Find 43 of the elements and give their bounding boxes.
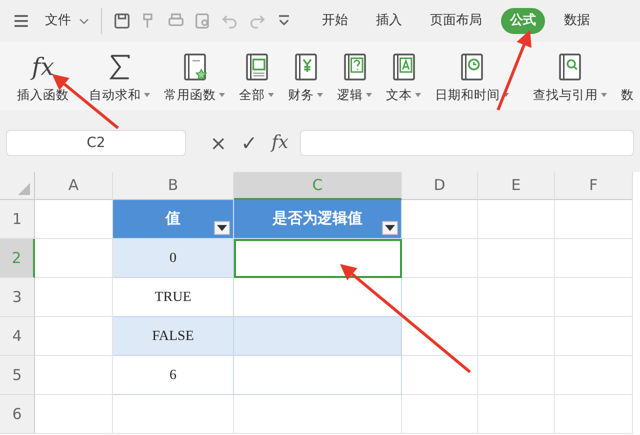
column-header[interactable]: E (478, 172, 555, 200)
select-all-corner[interactable] (0, 172, 35, 200)
filter-button[interactable] (214, 221, 230, 235)
table-cell: 6 (113, 356, 234, 395)
ribbon-button[interactable]: 财务 (285, 52, 326, 105)
ribbon-button[interactable]: 常用函数 (161, 52, 228, 105)
table-cell: FALSE (113, 317, 234, 356)
ribbon-button[interactable]: 日期和时间 (432, 52, 512, 105)
ribbon-button[interactable]: 全部 (236, 52, 277, 105)
menu-tab[interactable]: 页面布局 (421, 8, 491, 34)
ribbon-button[interactable]: 逻辑 (334, 52, 375, 105)
enter-button[interactable]: ✓ (238, 133, 260, 153)
ribbon-button[interactable]: 文本 (383, 52, 424, 105)
ribbon-button[interactable]: 查找与引用 (530, 52, 610, 105)
save-icon[interactable] (112, 11, 132, 31)
column-header[interactable]: D (402, 172, 478, 200)
menu-tab[interactable]: 插入 (367, 8, 411, 34)
menu-tab[interactable]: 数据 (555, 8, 599, 34)
insert-function-button[interactable]: fx (270, 134, 290, 152)
row-header[interactable]: 1 (0, 200, 35, 239)
column-header[interactable]: A (35, 172, 113, 200)
formula-input[interactable] (300, 130, 634, 156)
header-cell-text: 值 (166, 210, 180, 229)
row-header[interactable]: 6 (0, 395, 35, 434)
ribbon-button[interactable]: fx 插入函数 (14, 52, 72, 105)
row-header[interactable]: 4 (0, 317, 35, 356)
fx-icon: fx (30, 52, 56, 82)
column-header[interactable]: F (555, 172, 633, 200)
menu-tab[interactable]: 开始 (313, 8, 357, 34)
filter-button[interactable] (382, 221, 398, 235)
ribbon-button[interactable]: 自动求和 (86, 52, 153, 105)
row-header[interactable]: 5 (0, 356, 35, 395)
caret-icon (217, 225, 227, 231)
ribbon-button[interactable]: 数 (618, 52, 637, 105)
caret-icon (385, 225, 395, 231)
file-menu[interactable]: 文件 (36, 8, 73, 34)
table-cell: 0 (113, 239, 234, 278)
triangle-icon (18, 183, 30, 195)
name-box[interactable]: C2 (6, 130, 186, 156)
column-header[interactable]: B (113, 172, 234, 200)
row-header[interactable]: 3 (0, 278, 35, 317)
cancel-button[interactable]: × (208, 133, 229, 153)
header-cell-text: 是否为逻辑值 (272, 209, 362, 229)
